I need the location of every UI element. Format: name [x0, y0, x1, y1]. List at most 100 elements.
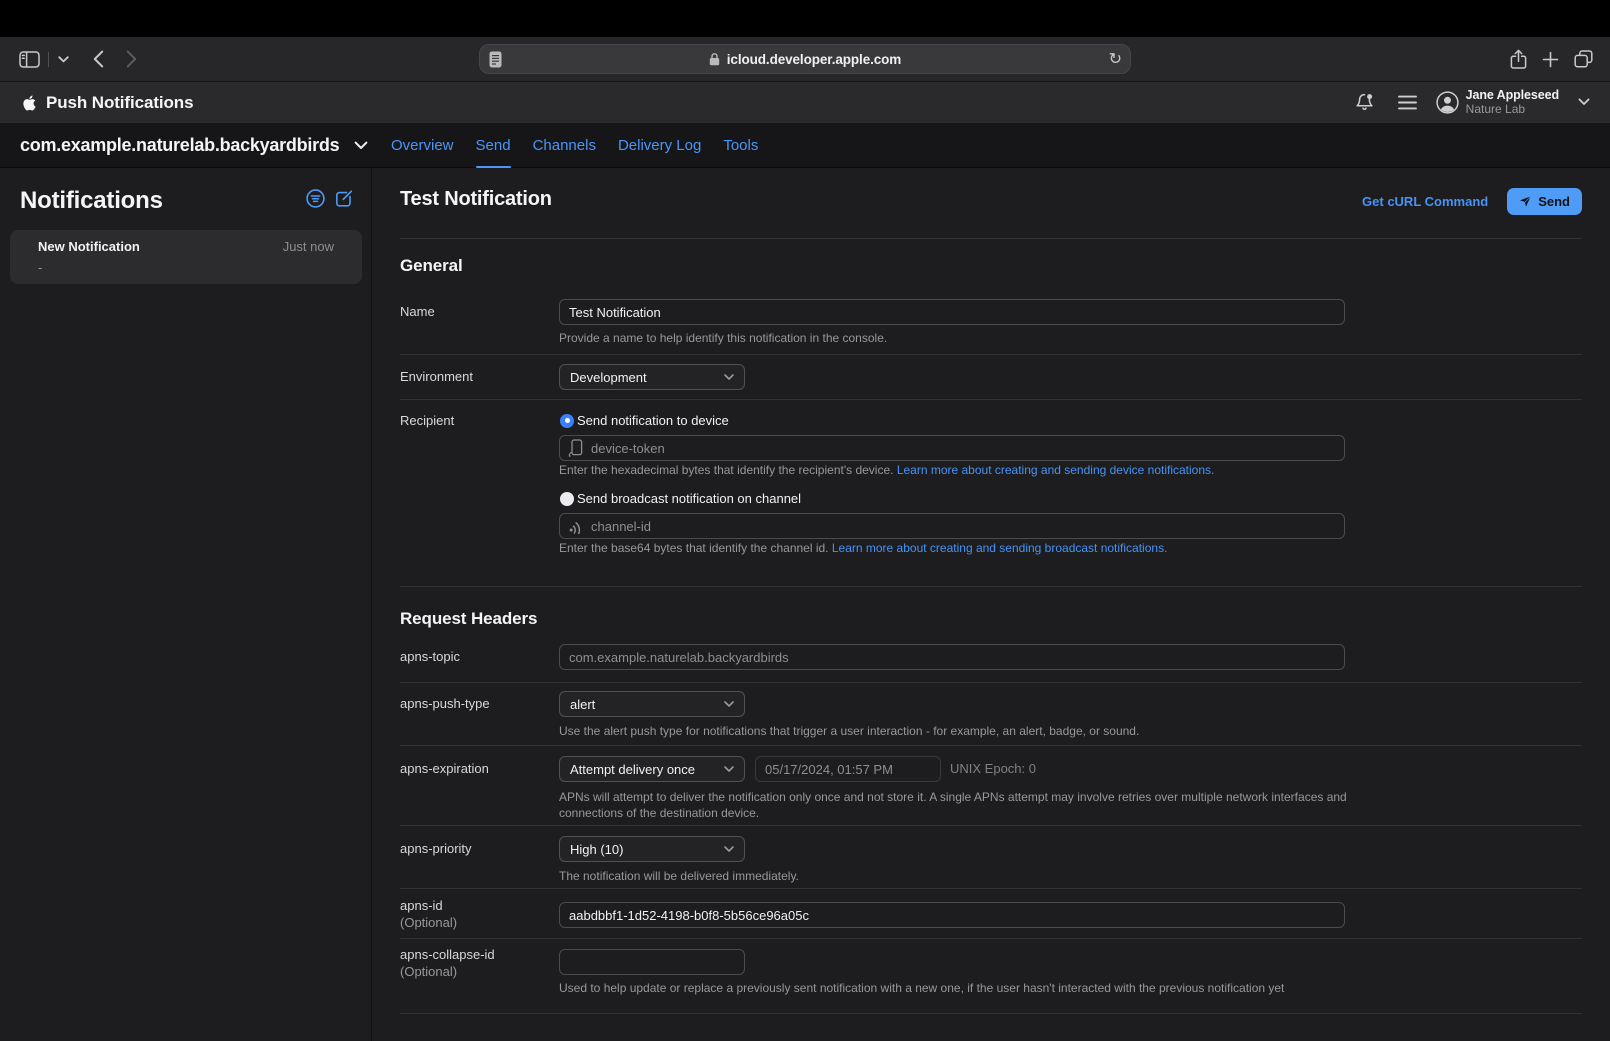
- apns-expiration-date-input[interactable]: [755, 756, 941, 782]
- bundle-chevron-icon: [354, 141, 368, 150]
- apns-expiration-label: apns-expiration: [400, 760, 489, 777]
- apns-push-type-help: Use the alert push type for notification…: [559, 724, 1349, 740]
- apns-priority-value: High (10): [570, 842, 623, 857]
- divider: [400, 354, 1582, 355]
- mac-menu-strip: [0, 0, 1610, 37]
- environment-select[interactable]: Development: [559, 364, 745, 390]
- tab-send[interactable]: Send: [476, 123, 511, 168]
- recipient-label: Recipient: [400, 412, 454, 429]
- apns-expiration-help: APNs will attempt to deliver the notific…: [559, 790, 1349, 821]
- content-area: Notifications: [0, 168, 1610, 1041]
- apns-collapse-id-input[interactable]: [559, 949, 745, 975]
- apns-push-type-label: apns-push-type: [400, 695, 490, 712]
- apns-push-type-value: alert: [570, 697, 595, 712]
- reload-icon[interactable]: ↻: [1109, 49, 1122, 68]
- notification-editor: Test Notification Get cURL Command Send …: [372, 168, 1610, 1041]
- apns-id-input[interactable]: [559, 902, 1345, 928]
- tab-delivery-log[interactable]: Delivery Log: [618, 123, 701, 168]
- back-button-icon[interactable]: [93, 50, 104, 68]
- apns-collapse-id-label-text: apns-collapse-id: [400, 947, 495, 962]
- apns-push-type-select[interactable]: alert: [559, 691, 745, 717]
- notification-item-time: Just now: [283, 239, 334, 254]
- apns-priority-select[interactable]: High (10): [559, 836, 745, 862]
- sidebar-toggle-icon[interactable]: [19, 51, 40, 68]
- section-request-headers: Request Headers: [400, 609, 537, 629]
- notification-list-item[interactable]: New Notification Just now -: [10, 230, 362, 284]
- divider: [400, 888, 1582, 889]
- apns-id-label: apns-id(Optional): [400, 897, 457, 931]
- apns-collapse-id-help: Used to help update or replace a previou…: [559, 981, 1559, 997]
- divider: [400, 1013, 1582, 1014]
- sidebar-title: Notifications: [20, 187, 163, 215]
- avatar-icon: [1436, 91, 1459, 114]
- divider: [400, 745, 1582, 746]
- new-tab-icon[interactable]: [1542, 51, 1559, 68]
- toolbar-divider: [48, 52, 49, 67]
- send-button-label: Send: [1538, 194, 1570, 209]
- filter-icon[interactable]: [306, 189, 325, 208]
- divider: [400, 825, 1582, 826]
- device-help: Enter the hexadecimal bytes that identif…: [559, 463, 1349, 479]
- apns-priority-help: The notification will be delivered immed…: [559, 869, 1349, 885]
- tab-overview[interactable]: Overview: [391, 123, 454, 168]
- share-icon[interactable]: [1510, 49, 1527, 70]
- tab-channels[interactable]: Channels: [533, 123, 596, 168]
- divider: [400, 682, 1582, 683]
- channel-help: Enter the base64 bytes that identify the…: [559, 541, 1349, 557]
- divider: [400, 399, 1582, 400]
- channel-help-text: Enter the base64 bytes that identify the…: [559, 541, 832, 555]
- channel-radio[interactable]: [560, 492, 574, 506]
- name-help: Provide a name to help identify this not…: [559, 331, 1349, 347]
- tab-overview-icon[interactable]: [1574, 50, 1593, 68]
- account-menu[interactable]: Jane Appleseed Nature Lab: [1436, 88, 1590, 116]
- notifications-bell-icon[interactable]: [1354, 92, 1375, 113]
- browser-toolbar: icloud.developer.apple.com ↻: [0, 37, 1610, 82]
- sidebar-menu-chevron-icon[interactable]: [58, 56, 69, 63]
- apns-expiration-value: Attempt delivery once: [570, 762, 695, 777]
- environment-value: Development: [570, 370, 647, 385]
- apns-topic-input[interactable]: [559, 644, 1345, 670]
- channel-id-input[interactable]: [559, 513, 1345, 539]
- device-token-input[interactable]: [559, 435, 1345, 461]
- tab-tools[interactable]: Tools: [723, 123, 758, 168]
- apns-id-label-text: apns-id: [400, 898, 443, 913]
- menu-hamburger-icon[interactable]: [1398, 95, 1417, 110]
- account-org: Nature Lab: [1466, 103, 1559, 117]
- name-label: Name: [400, 303, 435, 320]
- account-chevron-icon: [1578, 98, 1590, 106]
- bundle-id-selector[interactable]: com.example.naturelab.backyardbirds: [20, 123, 368, 168]
- section-tabs: Overview Send Channels Delivery Log Tool…: [391, 123, 758, 168]
- app-header: Push Notifications: [0, 82, 1610, 123]
- notification-item-title: New Notification: [38, 239, 140, 254]
- device-radio[interactable]: [560, 414, 574, 428]
- paper-plane-icon: [1519, 195, 1532, 208]
- page-title: Test Notification: [400, 188, 552, 211]
- divider: [400, 938, 1582, 939]
- environment-label: Environment: [400, 368, 473, 385]
- apns-priority-label: apns-priority: [400, 840, 472, 857]
- channel-learn-more-link[interactable]: Learn more about creating and sending br…: [832, 541, 1168, 555]
- apns-expiration-select[interactable]: Attempt delivery once: [559, 756, 745, 782]
- compose-icon[interactable]: [335, 189, 354, 208]
- apns-collapse-id-label: apns-collapse-id (Optional): [400, 946, 495, 980]
- safari-window: icloud.developer.apple.com ↻: [0, 0, 1610, 1041]
- url-text[interactable]: icloud.developer.apple.com: [727, 52, 901, 67]
- bundle-id: com.example.naturelab.backyardbirds: [20, 135, 339, 156]
- app-subnav: com.example.naturelab.backyardbirds Over…: [0, 123, 1610, 168]
- divider: [400, 586, 1582, 587]
- channel-radio-label: Send broadcast notification on channel: [577, 491, 801, 506]
- device-learn-more-link[interactable]: Learn more about creating and sending de…: [897, 463, 1215, 477]
- address-bar[interactable]: icloud.developer.apple.com ↻: [479, 44, 1131, 74]
- forward-button-icon[interactable]: [126, 50, 137, 68]
- app-title: Push Notifications: [46, 93, 193, 113]
- account-name: Jane Appleseed: [1466, 88, 1559, 102]
- device-radio-label: Send notification to device: [577, 413, 729, 428]
- apns-topic-label: apns-topic: [400, 648, 460, 665]
- divider: [400, 238, 1582, 239]
- send-button[interactable]: Send: [1507, 188, 1582, 215]
- apns-collapse-id-optional: (Optional): [400, 964, 457, 979]
- section-general: General: [400, 256, 463, 276]
- name-input[interactable]: [559, 299, 1345, 325]
- device-help-text: Enter the hexadecimal bytes that identif…: [559, 463, 897, 477]
- get-curl-command-link[interactable]: Get cURL Command: [1362, 194, 1488, 209]
